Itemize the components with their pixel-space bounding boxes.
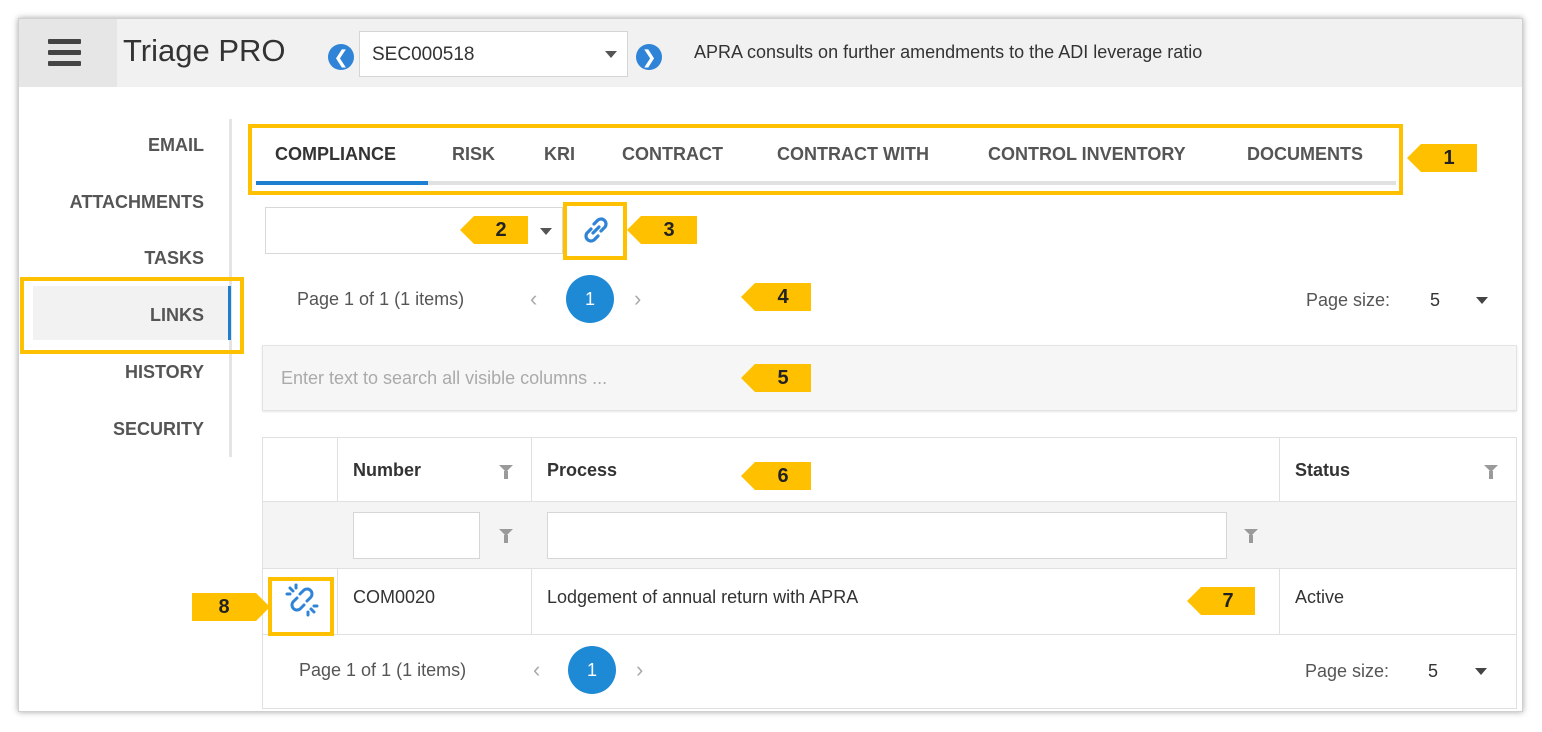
arrow-left-circle-icon[interactable]: ❮ [328, 44, 354, 70]
filter-icon[interactable] [499, 465, 513, 479]
filter-row [263, 501, 1516, 569]
highlight-links-item [20, 277, 244, 354]
column-header-process[interactable]: Process [547, 460, 617, 481]
highlight-unlink-button [268, 577, 334, 636]
highlight-tabs [248, 124, 1403, 195]
page-button-1[interactable]: 1 [566, 275, 614, 323]
cell-process: Lodgement of annual return with APRA [547, 587, 859, 607]
number-filter-input[interactable] [353, 512, 480, 559]
pager-info-bottom: Page 1 of 1 (1 items) [299, 660, 467, 680]
process-filter-input[interactable] [547, 512, 1227, 559]
cell-number: COM0020 [353, 587, 436, 607]
chevron-left-icon[interactable]: ‹ [533, 657, 540, 683]
next-glyph: ❯ [641, 47, 657, 67]
callout-6: 6 [741, 462, 811, 490]
links-grid: Number Process Status COM0020 Lodgement … [262, 437, 1517, 709]
search-input[interactable] [263, 346, 1516, 410]
hamburger-menu-icon[interactable] [19, 19, 117, 87]
callout-4: 4 [741, 283, 811, 311]
chevron-right-icon[interactable]: › [636, 657, 643, 683]
callout-1: 1 [1407, 144, 1477, 172]
record-select[interactable]: SEC000518 [359, 31, 628, 77]
page-button-1-bottom[interactable]: 1 [568, 646, 616, 694]
page-size-value[interactable]: 5 [1430, 290, 1440, 311]
page-size-label: Page size: [1306, 290, 1391, 310]
chevron-left-icon[interactable]: ‹ [530, 286, 537, 312]
header-bar: Triage PRO ❮ SEC000518 ❯ APRA consults o… [19, 19, 1522, 87]
callout-5: 5 [741, 364, 811, 392]
row-divider [263, 634, 1516, 635]
record-select-value: SEC000518 [372, 44, 475, 65]
grid-search [262, 345, 1517, 411]
cell-status: Active [1295, 587, 1345, 607]
chevron-down-icon [540, 228, 552, 235]
callout-7: 7 [1187, 587, 1255, 615]
sidebar-item-security[interactable]: SECURITY [113, 419, 204, 440]
chevron-down-icon[interactable] [1476, 297, 1488, 304]
app-title: Triage PRO [123, 33, 286, 68]
filter-icon[interactable] [1484, 465, 1498, 479]
callout-2: 2 [460, 216, 528, 244]
column-header-status[interactable]: Status [1295, 460, 1350, 481]
page-size-value-bottom[interactable]: 5 [1428, 661, 1438, 682]
page-size-label-bottom: Page size: [1305, 661, 1390, 681]
highlight-link-button [563, 202, 627, 260]
chevron-right-icon[interactable]: › [634, 286, 641, 312]
callout-8: 8 [192, 593, 270, 621]
filter-icon[interactable] [499, 529, 513, 543]
sidebar-item-tasks[interactable]: TASKS [144, 248, 204, 269]
arrow-right-circle-icon[interactable]: ❯ [636, 44, 662, 70]
chevron-down-icon[interactable] [1475, 668, 1487, 675]
sidebar-item-email[interactable]: EMAIL [148, 135, 204, 156]
chevron-down-icon [605, 51, 617, 58]
record-title: APRA consults on further amendments to t… [694, 42, 1203, 62]
prev-glyph: ❮ [333, 47, 349, 67]
pager-info: Page 1 of 1 (1 items) [297, 289, 465, 309]
callout-3: 3 [627, 216, 697, 244]
sidebar-item-attachments[interactable]: ATTACHMENTS [70, 192, 204, 213]
column-header-number[interactable]: Number [353, 460, 421, 481]
sidebar-item-history[interactable]: HISTORY [125, 362, 204, 383]
app-window: Triage PRO ❮ SEC000518 ❯ APRA consults o… [18, 18, 1523, 712]
filter-icon[interactable] [1244, 529, 1258, 543]
